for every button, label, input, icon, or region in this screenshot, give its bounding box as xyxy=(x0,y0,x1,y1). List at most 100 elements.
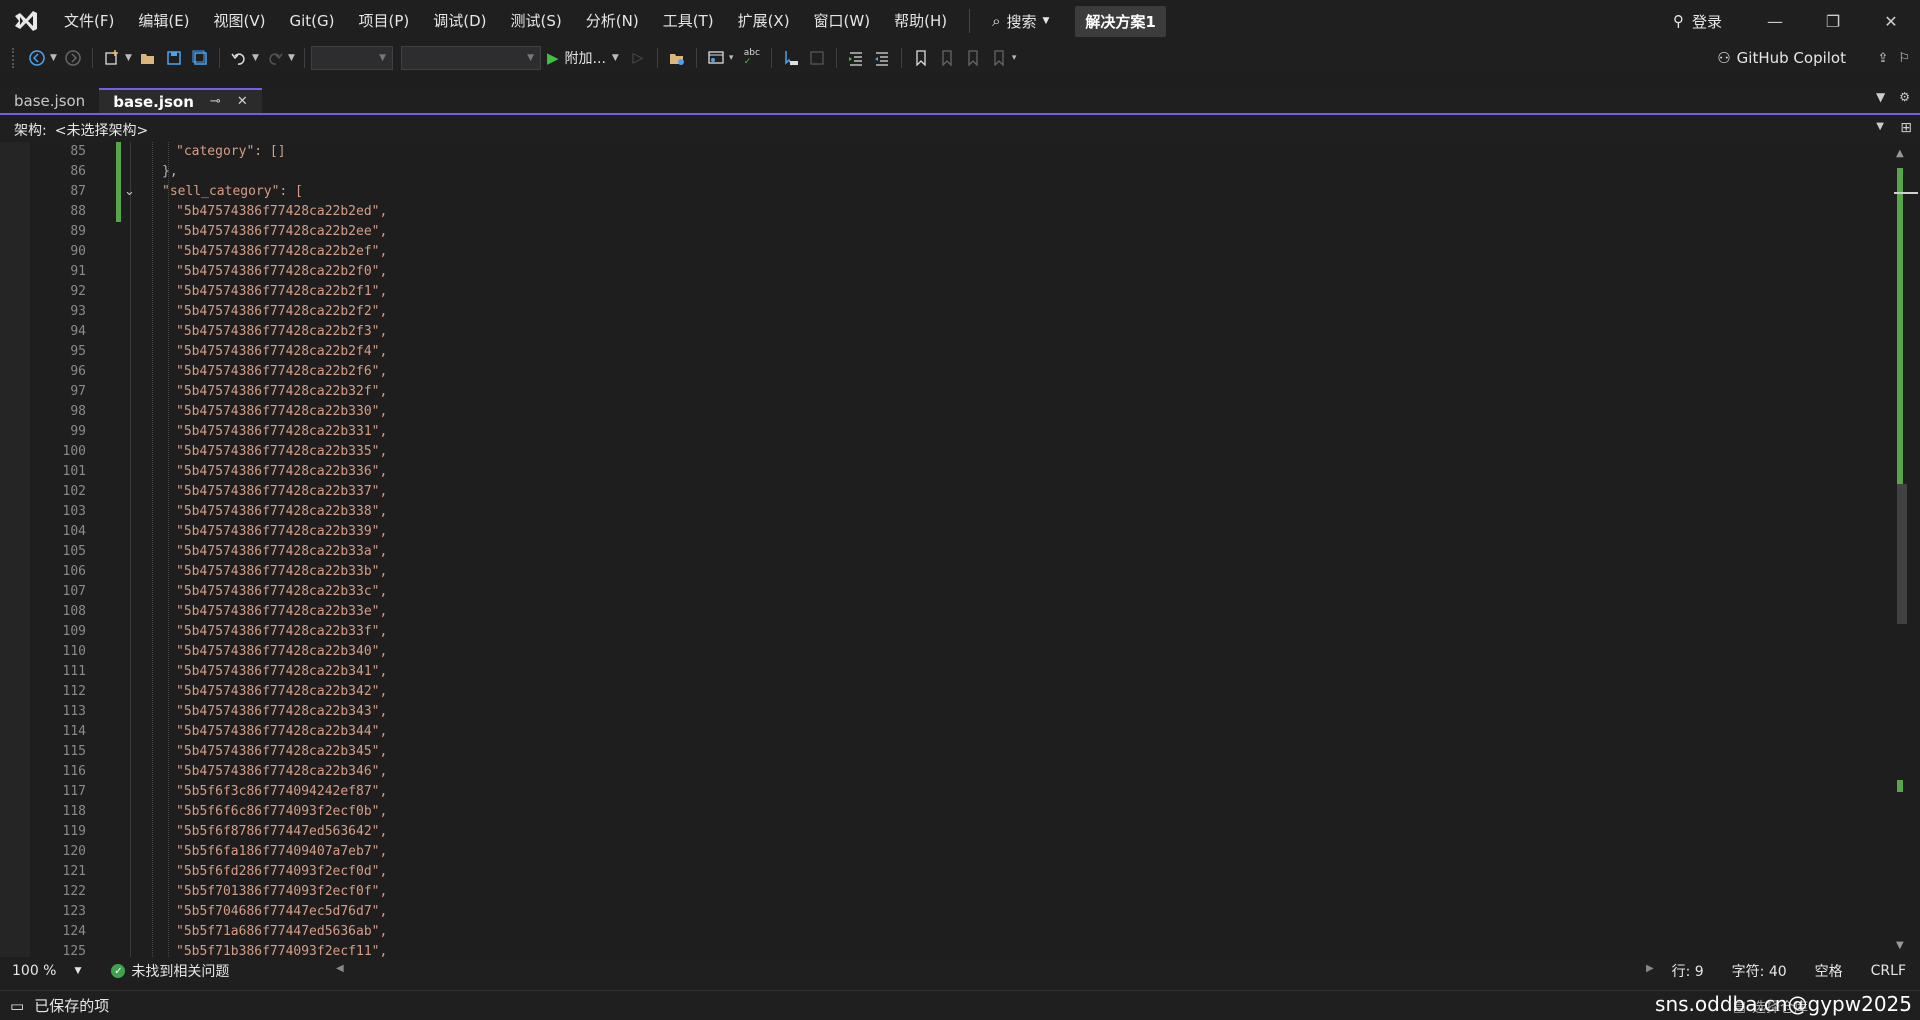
code-line[interactable]: "5b47574386f77428ca22b343", xyxy=(148,702,1868,722)
code-line[interactable]: "5b47574386f77428ca22b2ee", xyxy=(148,222,1868,242)
code-line[interactable]: "5b5f71a686f77447ed5636ab", xyxy=(148,922,1868,942)
solution-name[interactable]: 解决方案1 xyxy=(1075,5,1166,37)
attach-button[interactable]: ▶ 附加... ▼ xyxy=(541,48,625,68)
login-button[interactable]: ⚲ 登录 xyxy=(1673,11,1746,32)
open-folder-icon[interactable] xyxy=(664,45,690,71)
code-line[interactable]: "5b47574386f77428ca22b341", xyxy=(148,662,1868,682)
menu-item[interactable]: 帮助(H) xyxy=(882,0,959,42)
split-editor-icon[interactable]: ⊞ xyxy=(1900,120,1912,136)
redo-icon[interactable] xyxy=(262,45,288,71)
code-line[interactable]: "5b47574386f77428ca22b346", xyxy=(148,762,1868,782)
code-line[interactable]: "5b47574386f77428ca22b337", xyxy=(148,482,1868,502)
save-all-icon[interactable] xyxy=(187,45,213,71)
solution-platform-select[interactable]: ▼ xyxy=(401,46,541,70)
menu-item[interactable]: 测试(S) xyxy=(499,0,574,42)
bookmark-icon[interactable] xyxy=(908,45,934,71)
navigate-forward-icon[interactable] xyxy=(60,45,86,71)
zoom-select[interactable]: 100 % ▼ xyxy=(0,963,91,979)
code-line[interactable]: "5b47574386f77428ca22b342", xyxy=(148,682,1868,702)
chevron-down-icon[interactable]: ▾ xyxy=(729,53,739,63)
menu-item[interactable]: 编辑(E) xyxy=(126,0,201,42)
code-line[interactable]: "5b47574386f77428ca22b336", xyxy=(148,462,1868,482)
line-indicator[interactable]: 行: 9 xyxy=(1658,961,1718,981)
menu-item[interactable]: 调试(D) xyxy=(421,0,498,42)
start-without-debugging-icon[interactable]: ▷ xyxy=(625,45,651,71)
code-line[interactable]: "5b47574386f77428ca22b2ed", xyxy=(148,202,1868,222)
code-line[interactable]: "5b47574386f77428ca22b335", xyxy=(148,442,1868,462)
gear-icon[interactable]: ⚙ xyxy=(1899,90,1910,104)
tab-list-dropdown-icon[interactable]: ▼ xyxy=(1876,90,1885,104)
code-line[interactable]: "5b47574386f77428ca22b345", xyxy=(148,742,1868,762)
scroll-up-icon[interactable]: ▲ xyxy=(1896,148,1904,159)
code-line[interactable]: "5b47574386f77428ca22b2ef", xyxy=(148,242,1868,262)
outdent-icon[interactable] xyxy=(869,45,895,71)
code-line[interactable]: "5b47574386f77428ca22b340", xyxy=(148,642,1868,662)
chevron-down-icon[interactable]: ⌄ xyxy=(124,184,135,199)
menu-item[interactable]: 扩展(X) xyxy=(726,0,802,42)
spell-check-icon[interactable]: abc ✓ xyxy=(739,45,765,71)
code-line[interactable]: "5b47574386f77428ca22b2f2", xyxy=(148,302,1868,322)
solution-configuration-select[interactable]: ▼ xyxy=(311,46,393,70)
indent-icon[interactable] xyxy=(843,45,869,71)
pin-icon[interactable]: ⊸ xyxy=(210,94,221,109)
previous-bookmark-icon[interactable] xyxy=(934,45,960,71)
navigate-back-icon[interactable] xyxy=(24,45,50,71)
scrollbar-thumb[interactable] xyxy=(1897,484,1907,624)
close-window-button[interactable]: ✕ xyxy=(1862,0,1920,42)
browse-icon[interactable] xyxy=(703,45,729,71)
menu-item[interactable]: 项目(P) xyxy=(347,0,422,42)
next-bookmark-icon[interactable] xyxy=(960,45,986,71)
code-line[interactable]: "category": [] xyxy=(148,142,1868,162)
code-line[interactable]: "5b5f704686f77447ec5d76d7", xyxy=(148,902,1868,922)
feedback-icon[interactable]: ⚐ xyxy=(1898,51,1910,66)
code-line[interactable]: "5b47574386f77428ca22b330", xyxy=(148,402,1868,422)
scroll-down-icon[interactable]: ▼ xyxy=(1896,940,1904,951)
code-line[interactable]: "5b47574386f77428ca22b2f0", xyxy=(148,262,1868,282)
code-line[interactable]: "5b5f6fd286f774093f2ecf0d", xyxy=(148,862,1868,882)
code-line[interactable]: "5b47574386f77428ca22b2f3", xyxy=(148,322,1868,342)
search-button[interactable]: ⌕ 搜索 ▼ xyxy=(980,11,1061,32)
whitespace-indicator[interactable]: 空格 xyxy=(1801,961,1857,981)
code-line[interactable]: "5b47574386f77428ca22b32f", xyxy=(148,382,1868,402)
chevron-down-icon[interactable]: ▼ xyxy=(50,53,60,63)
clear-bookmarks-icon[interactable] xyxy=(986,45,1012,71)
code-line[interactable]: "5b47574386f77428ca22b338", xyxy=(148,502,1868,522)
chevron-down-icon[interactable]: ▼ xyxy=(125,53,135,63)
format-icon[interactable] xyxy=(804,45,830,71)
code-line[interactable]: "5b5f6f3c86f774094242ef87", xyxy=(148,782,1868,802)
menu-item[interactable]: 工具(T) xyxy=(651,0,726,42)
code-line[interactable]: "5b47574386f77428ca22b33c", xyxy=(148,582,1868,602)
close-tab-icon[interactable]: ✕ xyxy=(237,94,248,109)
code-line[interactable]: "5b5f6fa186f77409407a7eb7", xyxy=(148,842,1868,862)
github-copilot-button[interactable]: ⚇ GitHub Copilot xyxy=(1717,42,1846,74)
code-line[interactable]: "5b47574386f77428ca22b33a", xyxy=(148,542,1868,562)
code-line[interactable]: "5b47574386f77428ca22b344", xyxy=(148,722,1868,742)
code-line[interactable]: "5b5f6f8786f77447ed563642", xyxy=(148,822,1868,842)
vertical-scrollbar[interactable]: ▲ ▼ xyxy=(1894,142,1918,957)
char-indicator[interactable]: 字符: 40 xyxy=(1718,961,1801,981)
new-project-icon[interactable] xyxy=(99,45,125,71)
code-line[interactable]: "5b5f71b386f774093f2ecf11", xyxy=(148,942,1868,957)
minimize-button[interactable]: — xyxy=(1746,0,1804,42)
code-line[interactable]: "5b5f701386f774093f2ecf0f", xyxy=(148,882,1868,902)
code-area[interactable]: "category": []}, "sell_category": ["5b475… xyxy=(148,142,1868,957)
open-file-icon[interactable] xyxy=(135,45,161,71)
code-line[interactable]: "5b47574386f77428ca22b2f1", xyxy=(148,282,1868,302)
code-line[interactable]: "5b47574386f77428ca22b2f6", xyxy=(148,362,1868,382)
menu-item[interactable]: 窗口(W) xyxy=(802,0,883,42)
code-line[interactable]: "5b47574386f77428ca22b331", xyxy=(148,422,1868,442)
code-line[interactable]: "sell_category": [ xyxy=(148,182,1868,202)
restore-button[interactable]: ❐ xyxy=(1804,0,1862,42)
code-line[interactable]: "5b5f6f6c86f774093f2ecf0b", xyxy=(148,802,1868,822)
scroll-right-icon[interactable]: ▶ xyxy=(1646,963,1654,974)
menu-item[interactable]: Git(G) xyxy=(278,0,347,42)
code-line[interactable]: "5b47574386f77428ca22b33e", xyxy=(148,602,1868,622)
chevron-down-icon[interactable]: ▼ xyxy=(252,53,262,63)
scroll-left-icon[interactable]: ◀ xyxy=(336,963,344,974)
code-line[interactable]: "5b47574386f77428ca22b339", xyxy=(148,522,1868,542)
select-icon[interactable] xyxy=(778,45,804,71)
menu-item[interactable]: 视图(V) xyxy=(202,0,278,42)
code-line[interactable]: "5b47574386f77428ca22b33f", xyxy=(148,622,1868,642)
share-icon[interactable]: ⇪ xyxy=(1877,51,1888,66)
tab-base-json-1[interactable]: base.json xyxy=(0,88,99,113)
